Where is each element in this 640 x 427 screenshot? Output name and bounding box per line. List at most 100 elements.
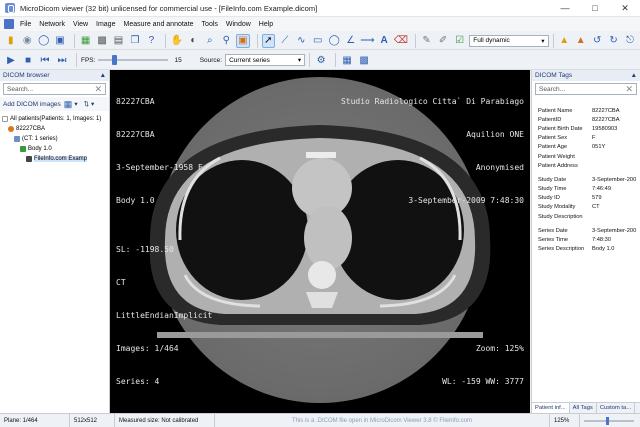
rectangle-icon[interactable]: ▭ xyxy=(311,34,324,48)
open-folder-icon[interactable]: ▮ xyxy=(4,34,17,48)
chevron-down-icon[interactable]: ▾ xyxy=(74,100,77,108)
minimize-button[interactable]: — xyxy=(550,0,580,17)
overlay-series-description: Body 1.0 xyxy=(116,196,155,205)
export-icon[interactable]: ▤ xyxy=(112,34,125,48)
tag-value: 051Y xyxy=(592,144,606,151)
tree-item-study[interactable]: (CT: 1 series) xyxy=(2,134,107,144)
tab-all-tags[interactable]: All Tags xyxy=(570,403,597,413)
tab-patient-info[interactable]: Patient inf... xyxy=(532,403,570,413)
menu-file[interactable]: File xyxy=(20,21,31,28)
tag-key: Study ID xyxy=(538,195,560,202)
tree-item-label: All patients(Patients: 1, Images: 1) xyxy=(10,116,102,122)
zoom-slider[interactable] xyxy=(580,414,640,427)
magnifier-icon[interactable]: ⚲ xyxy=(220,34,233,48)
zoom-slider-track[interactable] xyxy=(584,416,634,425)
overlay-institution: Studio Radiologico Citta` Di Parabiago xyxy=(340,97,524,106)
window-preset-select[interactable]: Full dynamic ▾ xyxy=(469,34,549,47)
first-frame-icon[interactable]: ⏮ xyxy=(38,53,52,67)
menu-view[interactable]: View xyxy=(73,21,88,28)
stop-icon[interactable]: ■ xyxy=(21,53,35,67)
help-icon[interactable]: ? xyxy=(145,34,158,48)
arrow-icon[interactable]: ⟶ xyxy=(360,34,374,48)
chevron-down-icon: ▾ xyxy=(297,57,302,64)
network-icon[interactable]: ◯ xyxy=(37,34,50,48)
zoom-slider-thumb[interactable] xyxy=(606,416,609,425)
pencil-icon[interactable]: ✎ xyxy=(420,34,433,48)
contrast-icon[interactable]: ◐ xyxy=(187,34,200,48)
image-icon[interactable]: ▦ xyxy=(79,34,92,48)
source-select[interactable]: Current series ▾ xyxy=(225,54,306,66)
last-frame-icon[interactable]: ⏭ xyxy=(55,53,69,67)
chevron-down-icon[interactable]: ▾ xyxy=(91,100,94,108)
clear-search-icon[interactable]: ✕ xyxy=(625,84,633,95)
settings-gear-icon[interactable]: ⚙ xyxy=(314,53,328,67)
status-plane: Plane: 1/464 xyxy=(0,413,70,427)
browser-search-input[interactable]: Search... ✕ xyxy=(3,83,106,95)
tab-custom-tags[interactable]: Custom ta... xyxy=(597,403,636,413)
copy-icon[interactable]: ❐ xyxy=(128,34,141,48)
warning-icon[interactable]: ▲ xyxy=(557,34,570,48)
tag-value: 82227CBA xyxy=(592,107,620,114)
reset-icon[interactable]: ⎋ xyxy=(623,34,636,48)
ellipse-icon[interactable]: ◯ xyxy=(328,34,341,48)
tag-row: Patient Address xyxy=(538,161,640,170)
zoom-icon[interactable]: ⌕ xyxy=(203,34,216,48)
flip-icon[interactable]: ▲ xyxy=(574,34,587,48)
pin-icon[interactable]: ▲ xyxy=(100,72,106,79)
tag-key: Patient Weight xyxy=(538,153,575,160)
eraser-icon[interactable]: ⌫ xyxy=(394,34,408,48)
brush-icon[interactable]: ✐ xyxy=(436,34,449,48)
tag-value: 82227CBA xyxy=(592,116,620,123)
overlay-zoom: Zoom: 125% xyxy=(475,344,524,353)
tree-item-series[interactable]: Body 1.0 xyxy=(2,144,107,154)
cd-icon[interactable]: ◉ xyxy=(20,34,33,48)
tree-item-all-patients[interactable]: All patients(Patients: 1, Images: 1) xyxy=(2,114,107,124)
add-dicom-images-button[interactable]: Add DICOM images xyxy=(3,101,61,108)
save-icon[interactable]: ▣ xyxy=(53,34,66,48)
menu-window[interactable]: Window xyxy=(226,21,251,28)
pointer-icon[interactable]: ➚ xyxy=(261,33,276,48)
window-title: MicroDicom viewer (32 bit) unlicensed fo… xyxy=(20,3,318,13)
print-icon[interactable]: ▩ xyxy=(95,34,108,48)
document-icon[interactable] xyxy=(4,19,14,29)
angle-icon[interactable]: ∠ xyxy=(344,34,357,48)
add-images-icon[interactable]: ▦ xyxy=(64,99,73,110)
toolbar-separator xyxy=(165,33,167,48)
polyline-icon[interactable]: ∿ xyxy=(295,34,308,48)
clear-search-icon[interactable]: ✕ xyxy=(94,84,102,95)
rotate-left-icon[interactable]: ↺ xyxy=(590,34,603,48)
overlay-bottom-left: SL: -1198.50 CT LittleEndianImplicit Ima… xyxy=(116,222,212,409)
menu-image[interactable]: Image xyxy=(96,21,115,28)
text-icon[interactable]: A xyxy=(377,34,390,48)
menu-measure-annotate[interactable]: Measure and annotate xyxy=(123,21,193,28)
close-button[interactable]: ✕ xyxy=(610,0,640,17)
source-label: Source: xyxy=(199,56,223,64)
fps-slider-thumb[interactable] xyxy=(112,55,118,65)
layout-icon[interactable]: ▦ xyxy=(340,53,354,67)
tag-row: Study ID 579 xyxy=(538,194,640,203)
tree-item-patient[interactable]: 82227CBA xyxy=(2,124,107,134)
window-preset-value: Full dynamic xyxy=(473,37,510,44)
overlay-birth-date: 3-September-1958 F xyxy=(116,163,203,172)
tags-search-input[interactable]: Search... ✕ xyxy=(535,83,637,95)
menu-tools[interactable]: Tools xyxy=(202,21,218,28)
roi-zoom-icon[interactable]: ▣ xyxy=(236,33,250,48)
checklist-icon[interactable]: ☑ xyxy=(453,34,466,48)
menu-network[interactable]: Network xyxy=(39,21,65,28)
line-icon[interactable]: ⟋ xyxy=(278,34,291,48)
expand-icon[interactable] xyxy=(2,116,8,122)
sort-icon[interactable]: ⇅ xyxy=(84,100,89,108)
rotate-right-icon[interactable]: ↻ xyxy=(607,34,620,48)
image-viewer[interactable]: 82227CBA 82227CBA 3-September-1958 F Bod… xyxy=(110,70,530,413)
grid-layout-icon[interactable]: ▩ xyxy=(357,53,371,67)
tree-item-image[interactable]: FileInfo.com Examp xyxy=(2,154,107,164)
browser-search-placeholder: Search... xyxy=(7,85,34,93)
pin-icon[interactable]: ▲ xyxy=(631,72,637,79)
maximize-button[interactable]: □ xyxy=(580,0,610,17)
play-icon[interactable]: ▶ xyxy=(4,53,18,67)
pan-hand-icon[interactable]: ✋ xyxy=(170,34,183,48)
menu-help[interactable]: Help xyxy=(259,21,273,28)
tag-row: Study Time 7:46:49 xyxy=(538,185,640,194)
tag-value: 7:48:30 xyxy=(592,237,611,244)
fps-slider[interactable] xyxy=(98,55,169,65)
